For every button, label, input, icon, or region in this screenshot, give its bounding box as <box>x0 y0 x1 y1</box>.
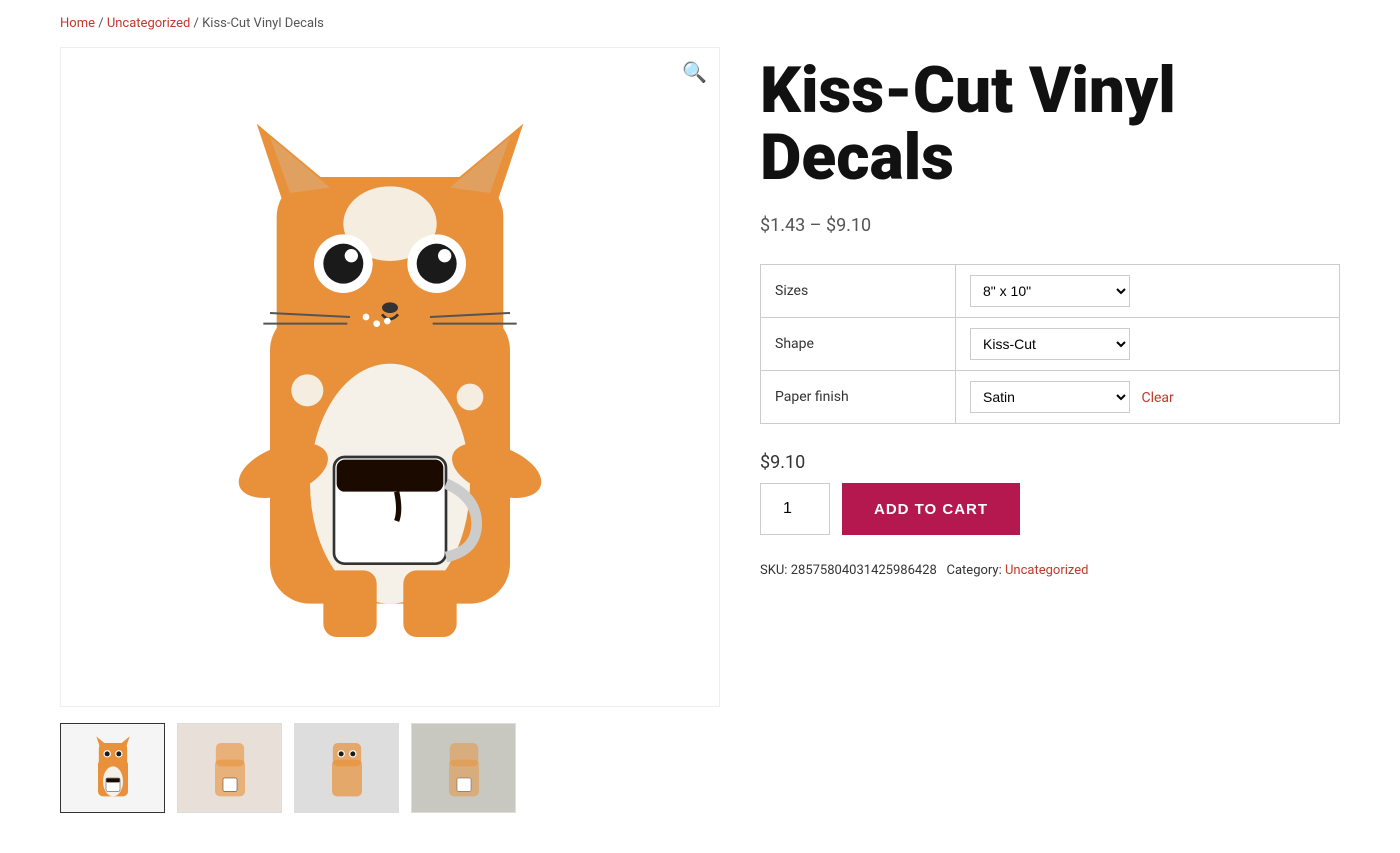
product-container: 🔍 <box>0 47 1400 853</box>
shape-select[interactable]: Kiss-Cut Die-Cut <box>970 328 1130 360</box>
thumbnails <box>60 723 720 813</box>
paper-finish-cell: Glossy Satin Matte Clear <box>956 371 1340 424</box>
shape-cell: Kiss-Cut Die-Cut <box>956 318 1340 371</box>
breadcrumb-category[interactable]: Uncategorized <box>107 16 190 31</box>
shape-label: Shape <box>761 318 956 371</box>
add-to-cart-button[interactable]: ADD TO CART <box>842 483 1020 535</box>
sizes-label: Sizes <box>761 265 956 318</box>
paper-finish-row: Paper finish Glossy Satin Matte Clear <box>761 371 1340 424</box>
category-link[interactable]: Uncategorized <box>1005 563 1088 578</box>
main-image: 🔍 <box>60 47 720 707</box>
thumbnail-4[interactable] <box>411 723 516 813</box>
shape-row: Shape Kiss-Cut Die-Cut <box>761 318 1340 371</box>
product-meta: SKU: 28575804031425986428 Category: Unca… <box>760 559 1340 582</box>
sizes-row: Sizes 2" x 2" 3" x 3" 4" x 4" 5" x 5" 6"… <box>761 265 1340 318</box>
breadcrumb-sep2: / <box>194 16 203 31</box>
current-price: $9.10 <box>760 452 1340 473</box>
breadcrumb-current: Kiss-Cut Vinyl Decals <box>202 16 324 31</box>
price-range: $1.43 – $9.10 <box>760 215 1340 236</box>
product-image <box>180 97 600 657</box>
thumbnail-3[interactable] <box>294 723 399 813</box>
gallery-section: 🔍 <box>60 47 720 813</box>
purchase-row: ADD TO CART <box>760 483 1340 535</box>
zoom-icon[interactable]: 🔍 <box>682 60 707 84</box>
breadcrumb: Home / Uncategorized / Kiss-Cut Vinyl De… <box>0 0 1400 47</box>
product-info: Kiss-Cut Vinyl Decals $1.43 – $9.10 Size… <box>760 47 1340 813</box>
sizes-select[interactable]: 2" x 2" 3" x 3" 4" x 4" 5" x 5" 6" x 6" … <box>970 275 1130 307</box>
quantity-input[interactable] <box>760 483 830 535</box>
clear-link[interactable]: Clear <box>1141 390 1173 406</box>
breadcrumb-home[interactable]: Home <box>60 16 95 31</box>
thumbnail-2[interactable] <box>177 723 282 813</box>
paper-finish-select[interactable]: Glossy Satin Matte <box>970 381 1130 413</box>
paper-finish-label: Paper finish <box>761 371 956 424</box>
breadcrumb-sep1: / <box>98 16 107 31</box>
sizes-cell: 2" x 2" 3" x 3" 4" x 4" 5" x 5" 6" x 6" … <box>956 265 1340 318</box>
options-table: Sizes 2" x 2" 3" x 3" 4" x 4" 5" x 5" 6"… <box>760 264 1340 424</box>
sku-value: 28575804031425986428 <box>791 563 937 578</box>
sku-label: SKU: <box>760 563 787 578</box>
thumbnail-1[interactable] <box>60 723 165 813</box>
category-label: Category: <box>947 563 1002 578</box>
product-title: Kiss-Cut Vinyl Decals <box>760 57 1340 191</box>
